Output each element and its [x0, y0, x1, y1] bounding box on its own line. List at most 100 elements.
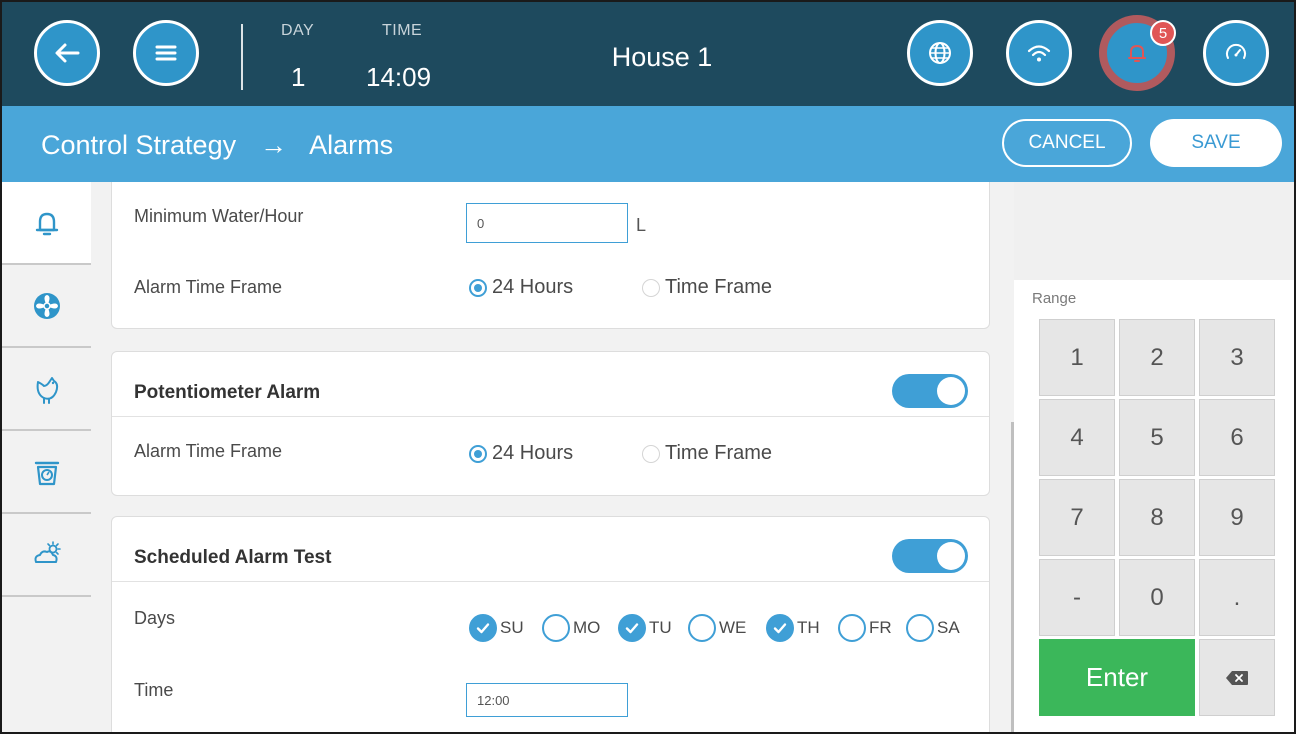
day-label: DAY — [281, 22, 315, 39]
language-button[interactable] — [907, 20, 973, 86]
toggle-knob — [937, 542, 965, 570]
radio-time-frame[interactable]: Time Frame — [642, 276, 772, 299]
save-button[interactable]: SAVE — [1150, 119, 1282, 167]
gauge-icon — [1226, 43, 1246, 59]
wifi-icon — [1027, 45, 1051, 62]
breadcrumb-parent[interactable]: Control Strategy — [41, 130, 236, 161]
day-checkbox-fr[interactable]: FR — [838, 614, 892, 642]
potentiometer-alarm-title: Potentiometer Alarm — [134, 382, 321, 403]
scheduled-alarm-test-title: Scheduled Alarm Test — [134, 547, 332, 568]
bell-icon — [1128, 45, 1146, 62]
day-value: 1 — [291, 62, 306, 92]
key-minus[interactable]: - — [1039, 559, 1115, 636]
enter-key[interactable]: Enter — [1039, 639, 1195, 716]
radio-24-hours[interactable]: 24 Hours — [469, 276, 573, 299]
menu-button[interactable] — [133, 20, 199, 86]
unchecked-circle-icon — [906, 614, 934, 642]
radio-unselected-icon — [642, 278, 660, 297]
range-label: Range — [1032, 290, 1077, 307]
sidebar-item-alarms[interactable] — [2, 182, 91, 265]
key-0[interactable]: 0 — [1119, 559, 1195, 636]
check-icon — [618, 614, 646, 642]
key-4[interactable]: 4 — [1039, 399, 1115, 476]
time-frame-label: Alarm Time Frame — [134, 277, 283, 297]
weather-icon — [34, 540, 61, 563]
backspace-icon — [1226, 670, 1248, 685]
dashboard-button[interactable] — [1203, 20, 1269, 86]
radio-unselected-icon — [642, 444, 660, 463]
pot-radio-time-frame[interactable]: Time Frame — [642, 442, 772, 465]
house-title: House 1 — [611, 42, 713, 72]
water-alarm-card: Minimum Water/Hour 0 L Alarm Time Frame … — [111, 182, 990, 329]
unchecked-circle-icon — [838, 614, 866, 642]
radio-time-frame-label: Time Frame — [665, 276, 773, 298]
day-label-we: WE — [719, 618, 747, 637]
cancel-button[interactable]: CANCEL — [1002, 119, 1132, 167]
toggle-knob — [937, 377, 965, 405]
sidebar-item-birds[interactable] — [2, 348, 91, 431]
key-7[interactable]: 7 — [1039, 479, 1115, 556]
scheduled-alarm-test-card: Scheduled Alarm Test Days SU MO TU WE TH… — [111, 516, 990, 732]
day-label-fr: FR — [869, 618, 892, 637]
key-3[interactable]: 3 — [1199, 319, 1275, 396]
key-2[interactable]: 2 — [1119, 319, 1195, 396]
numeric-keypad-panel: Range 1 2 3 4 5 6 7 8 9 - 0 . Enter — [1014, 182, 1294, 732]
scheduled-alarm-test-toggle[interactable] — [892, 539, 968, 573]
day-label-sa: SA — [937, 618, 960, 637]
radio-selected-icon — [469, 444, 487, 463]
day-label-tu: TU — [649, 618, 672, 637]
bell-icon — [35, 212, 58, 235]
top-bar: DAY 1 TIME 14:09 House 1 5 — [2, 2, 1294, 106]
day-checkbox-su[interactable]: SU — [469, 614, 524, 642]
sidebar-item-ventilation[interactable] — [2, 265, 91, 348]
breadcrumb: Control Strategy → Alarms — [41, 130, 393, 161]
day-checkbox-tu[interactable]: TU — [618, 614, 672, 642]
potentiometer-alarm-toggle[interactable] — [892, 374, 968, 408]
pot-radio-24-hours[interactable]: 24 Hours — [469, 442, 573, 465]
radio-24-hours-label: 24 Hours — [492, 276, 574, 298]
day-label-mo: MO — [573, 618, 601, 637]
globe-icon — [929, 42, 951, 64]
menu-icon — [155, 45, 177, 61]
scale-icon — [34, 461, 59, 485]
unchecked-circle-icon — [688, 614, 716, 642]
time-value: 14:09 — [366, 62, 432, 92]
day-checkbox-sa[interactable]: SA — [906, 614, 960, 642]
day-checkbox-mo[interactable]: MO — [542, 614, 600, 642]
min-water-unit: L — [636, 215, 647, 235]
unchecked-circle-icon — [542, 614, 570, 642]
key-1[interactable]: 1 — [1039, 319, 1115, 396]
day-checkbox-th[interactable]: TH — [766, 614, 820, 642]
back-button[interactable] — [34, 20, 100, 86]
card-divider — [112, 416, 989, 417]
key-decimal[interactable]: . — [1199, 559, 1275, 636]
range-display — [1014, 182, 1294, 280]
card-divider — [112, 581, 989, 582]
network-button[interactable] — [1006, 20, 1072, 86]
pot-radio-24-hours-label: 24 Hours — [492, 442, 574, 464]
days-label: Days — [134, 608, 176, 628]
key-6[interactable]: 6 — [1199, 399, 1275, 476]
radio-selected-icon — [469, 278, 487, 297]
key-5[interactable]: 5 — [1119, 399, 1195, 476]
sidebar-item-weather[interactable] — [2, 514, 91, 597]
time-label: Time — [134, 680, 174, 700]
back-arrow-icon — [55, 43, 80, 63]
backspace-key[interactable] — [1199, 639, 1275, 716]
min-water-input[interactable]: 0 — [466, 203, 628, 243]
day-label-su: SU — [500, 618, 524, 637]
min-water-label: Minimum Water/Hour — [134, 206, 304, 226]
sidebar-item-scale[interactable] — [2, 431, 91, 514]
day-checkbox-we[interactable]: WE — [688, 614, 746, 642]
breadcrumb-arrow-icon: → — [260, 130, 288, 160]
key-9[interactable]: 9 — [1199, 479, 1275, 556]
alarms-settings-panel[interactable]: Minimum Water/Hour 0 L Alarm Time Frame … — [91, 182, 1013, 732]
key-8[interactable]: 8 — [1119, 479, 1195, 556]
fan-icon — [33, 292, 60, 319]
sidebar — [2, 182, 91, 732]
test-time-input[interactable]: 12:00 — [466, 683, 628, 717]
time-label: TIME — [382, 22, 423, 39]
day-label-th: TH — [797, 618, 820, 637]
pot-time-frame-label: Alarm Time Frame — [134, 441, 283, 461]
topbar-divider — [241, 24, 243, 90]
